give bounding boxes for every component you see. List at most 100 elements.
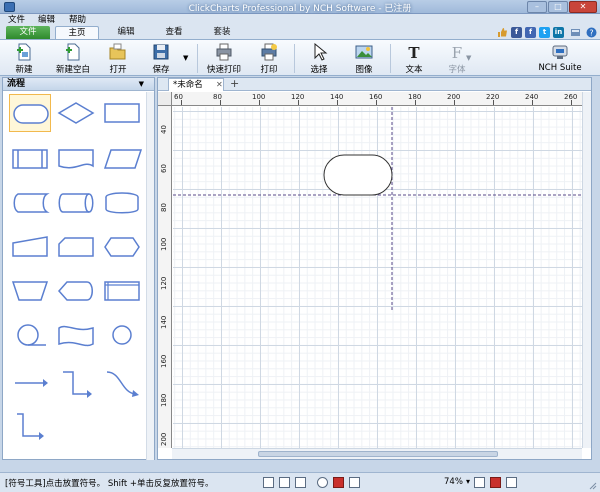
close-tab-icon[interactable]: ✕	[216, 79, 223, 91]
ruler-tick-label: 60	[160, 164, 168, 173]
horizontal-scroll-thumb[interactable]	[258, 451, 498, 457]
symbol-sequential-access[interactable]	[9, 316, 51, 354]
resize-grip-icon[interactable]	[588, 481, 597, 490]
symbol-display[interactable]	[55, 272, 97, 310]
symbol-direct-data[interactable]	[55, 184, 97, 222]
symbol-rounded-elbow-arrow[interactable]	[9, 408, 51, 446]
tab-edit[interactable]: 编辑	[108, 26, 144, 39]
canvas-horizontal-scrollbar[interactable]	[172, 448, 582, 459]
minimize-button[interactable]: –	[527, 1, 547, 13]
snap-magnet-icon[interactable]	[333, 477, 344, 488]
symbol-document[interactable]	[55, 140, 97, 178]
symbol-terminator[interactable]	[9, 94, 51, 132]
select-button[interactable]: 选择	[305, 42, 333, 75]
font-dropdown-arrow-icon[interactable]: ▼	[466, 54, 471, 62]
symbol-category-dropdown[interactable]: 流程 ▼	[3, 78, 154, 91]
maximize-button[interactable]: □	[548, 1, 568, 13]
thumbs-up-icon[interactable]	[497, 27, 508, 38]
document-tabs: *未命名 ✕ +	[158, 77, 591, 91]
menu-help[interactable]: 帮助	[69, 14, 86, 26]
status-grid-icon[interactable]	[506, 477, 517, 488]
ruler-tick-label: 100	[160, 237, 168, 251]
ruler-tick-label: 160	[160, 354, 168, 368]
tab-file[interactable]: 文件	[6, 26, 50, 39]
view-eye-icon[interactable]	[317, 477, 328, 488]
page-icon[interactable]	[279, 477, 290, 488]
ruler-tick-mark	[376, 100, 377, 105]
ruler-tick-label: 200	[160, 432, 168, 446]
add-document-icon[interactable]: +	[230, 77, 239, 90]
document-area: *未命名 ✕ + 60 80 100 120 140 160 180 200 220 240 260…	[157, 77, 592, 460]
new-document-icon	[17, 43, 31, 61]
print-button[interactable]: 打印	[254, 42, 284, 75]
svg-text:?: ?	[589, 29, 593, 38]
facebook-like-icon[interactable]: f	[511, 27, 522, 38]
symbol-data[interactable]	[101, 140, 143, 178]
cursor-arrow-icon	[314, 43, 328, 61]
menu-edit[interactable]: 编辑	[38, 14, 55, 26]
save-dropdown-arrow-icon[interactable]: ▼	[183, 54, 188, 62]
drawing-canvas[interactable]	[173, 107, 582, 448]
symbols-scrollbar[interactable]	[146, 92, 154, 460]
help-icon[interactable]: ?	[586, 27, 597, 38]
quick-print-button[interactable]: 快速打印	[205, 42, 243, 75]
symbol-internal-storage[interactable]	[101, 272, 143, 310]
symbol-manual-input[interactable]	[9, 228, 51, 266]
tab-view[interactable]: 查看	[156, 26, 192, 39]
grid-toggle-icon[interactable]	[349, 477, 360, 488]
symbol-manual-operation[interactable]	[9, 272, 51, 310]
open-folder-icon	[109, 43, 126, 60]
ribbon-options-icon[interactable]	[570, 27, 581, 38]
zoom-level: 74%	[444, 477, 463, 487]
symbol-predefined-process[interactable]	[9, 140, 51, 178]
linkedin-icon[interactable]: in	[553, 27, 564, 38]
print-preview-icon	[261, 43, 277, 61]
font-f-icon: F	[452, 44, 462, 61]
text-button[interactable]: T 文本	[400, 42, 428, 75]
tab-document-untitled[interactable]: *未命名 ✕	[168, 78, 224, 91]
symbol-card[interactable]	[55, 228, 97, 266]
menu-file[interactable]: 文件	[8, 14, 25, 26]
symbol-straight-arrow[interactable]	[9, 364, 51, 402]
image-button[interactable]: 图像	[350, 42, 378, 75]
zoom-dropdown-icon[interactable]: ▾	[466, 477, 470, 486]
image-icon	[355, 45, 373, 59]
new-button[interactable]: 新建	[8, 42, 40, 75]
twitter-icon[interactable]: t	[539, 27, 550, 38]
symbols-panel: 流程 ▼	[2, 77, 155, 460]
svg-text:T: T	[408, 44, 420, 61]
save-button[interactable]: 保存	[146, 42, 176, 75]
open-button[interactable]: 打开	[104, 42, 132, 75]
ruler-tick-label: 180	[160, 393, 168, 407]
fit-page-icon[interactable]	[263, 477, 274, 488]
tab-home[interactable]: 主页	[55, 26, 99, 39]
ribbon-separator	[197, 44, 198, 73]
ruler-tick-mark	[493, 100, 494, 105]
page-width-icon[interactable]	[295, 477, 306, 488]
zoom-tool-icon[interactable]	[474, 477, 485, 488]
symbol-stored-data[interactable]	[9, 184, 51, 222]
facebook-icon[interactable]: f	[525, 27, 536, 38]
symbol-preparation[interactable]	[101, 228, 143, 266]
symbol-database[interactable]	[101, 184, 143, 222]
new-blank-button[interactable]: 新建空白	[50, 42, 96, 75]
canvas-vertical-scrollbar[interactable]	[582, 92, 591, 448]
save-disk-icon	[153, 44, 169, 60]
status-magnet-icon[interactable]	[490, 477, 501, 488]
menu-bar: 文件 编辑 帮助	[0, 14, 600, 26]
printer-icon	[216, 43, 232, 61]
status-message: [符号工具]点击放置符号。 Shift +单击反复放置符号。	[5, 479, 214, 489]
close-button[interactable]: ✕	[569, 1, 597, 13]
panel-title: 流程	[7, 79, 26, 89]
ruler-tick-label: 120	[160, 276, 168, 290]
symbol-process[interactable]	[101, 94, 143, 132]
symbol-connector[interactable]	[101, 316, 143, 354]
symbol-punched-tape[interactable]	[55, 316, 97, 354]
tab-suite[interactable]: 套装	[204, 26, 240, 39]
symbol-curved-arrow[interactable]	[101, 364, 143, 402]
ruler-tick-label: 140	[160, 315, 168, 329]
nch-suite-button[interactable]: NCH Suite	[538, 42, 582, 75]
symbol-decision[interactable]	[55, 94, 97, 132]
ruler-tick-mark	[532, 100, 533, 105]
symbol-elbow-arrow[interactable]	[55, 364, 97, 402]
